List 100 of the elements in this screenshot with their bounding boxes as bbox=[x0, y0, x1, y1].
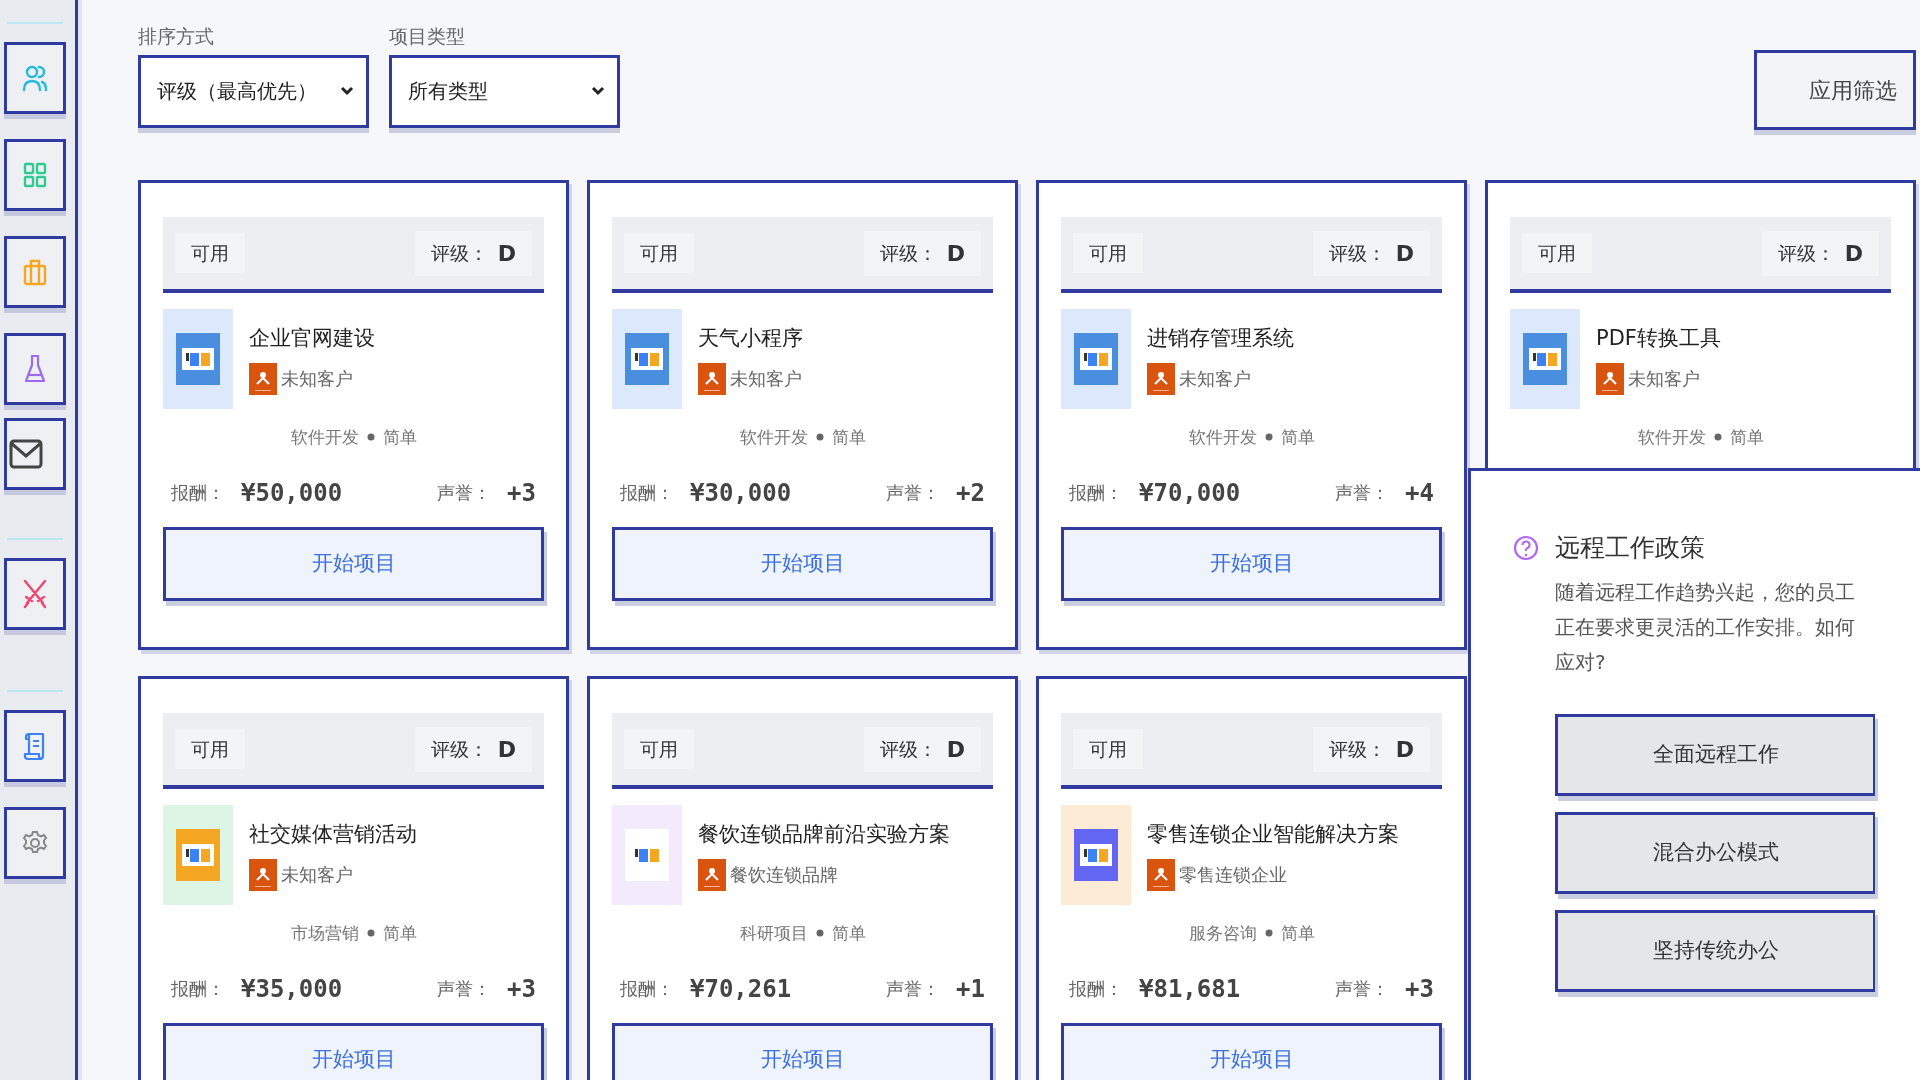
client-name: 未知客户 bbox=[1179, 367, 1251, 392]
reputation-label: 声誉： bbox=[1335, 481, 1390, 505]
project-title: 社交媒体营销活动 bbox=[249, 821, 417, 849]
person-icon bbox=[1596, 362, 1624, 395]
rating-label: 评级： bbox=[879, 240, 937, 266]
person-icon bbox=[1147, 858, 1175, 891]
dot-icon bbox=[1264, 432, 1273, 443]
difficulty-label: 简单 bbox=[1280, 922, 1315, 945]
person-icon bbox=[1147, 362, 1175, 395]
reward-label: 报酬： bbox=[1069, 977, 1123, 1001]
difficulty-label: 简单 bbox=[831, 426, 866, 449]
rating-label: 评级： bbox=[1328, 736, 1386, 762]
event-title: 远程工作政策 bbox=[1555, 532, 1705, 564]
reward-value: ¥35,000 bbox=[241, 973, 343, 1005]
reward-label: 报酬： bbox=[1069, 481, 1123, 505]
rating-value: D bbox=[1395, 239, 1414, 268]
briefcase-icon bbox=[23, 258, 47, 286]
status-label: 可用 bbox=[175, 232, 245, 274]
start-project-button[interactable]: 开始项目 bbox=[163, 1022, 544, 1080]
project-title: PDF转换工具 bbox=[1596, 325, 1721, 353]
rating-value: D bbox=[1844, 239, 1863, 268]
dot-icon bbox=[1264, 928, 1273, 939]
event-description: 随着远程工作趋势兴起，您的员工正在要求更灵活的工作安排。如何应对? bbox=[1555, 578, 1856, 676]
status-label: 可用 bbox=[1073, 728, 1143, 770]
project-category: 服务咨询 bbox=[1188, 922, 1257, 945]
project-category: 软件开发 bbox=[1637, 426, 1706, 449]
dot-icon bbox=[1713, 432, 1722, 443]
reputation-value: +3 bbox=[507, 477, 536, 509]
client-name: 未知客户 bbox=[1628, 367, 1700, 392]
reputation-label: 声誉： bbox=[437, 977, 492, 1001]
difficulty-label: 简单 bbox=[1280, 426, 1315, 449]
scroll-icon bbox=[23, 731, 47, 761]
person-icon bbox=[249, 858, 277, 891]
difficulty-label: 简单 bbox=[831, 922, 866, 945]
project-title: 餐饮连锁品牌前沿实验方案 bbox=[698, 821, 950, 849]
reward-value: ¥30,000 bbox=[690, 477, 792, 509]
rating-value: D bbox=[1395, 735, 1414, 764]
rating-value: D bbox=[946, 239, 965, 268]
reward-value: ¥81,681 bbox=[1139, 973, 1241, 1005]
reputation-label: 声誉： bbox=[886, 481, 941, 505]
rating-label: 评级： bbox=[879, 736, 937, 762]
status-label: 可用 bbox=[1522, 232, 1592, 274]
rating-label: 评级： bbox=[1328, 240, 1386, 266]
dot-icon bbox=[815, 928, 824, 939]
client-name: 未知客户 bbox=[281, 367, 353, 392]
swords-icon bbox=[22, 579, 48, 609]
difficulty-label: 简单 bbox=[382, 922, 417, 945]
rating-label: 评级： bbox=[430, 240, 488, 266]
rating-value: D bbox=[497, 239, 516, 268]
chevron-down-icon bbox=[340, 86, 354, 96]
project-category: 科研项目 bbox=[739, 922, 808, 945]
status-label: 可用 bbox=[175, 728, 245, 770]
dot-icon bbox=[366, 432, 375, 443]
person-icon bbox=[698, 362, 726, 395]
status-label: 可用 bbox=[624, 232, 694, 274]
start-project-button[interactable]: 开始项目 bbox=[1061, 1022, 1442, 1080]
reward-value: ¥70,000 bbox=[1139, 477, 1241, 509]
rating-label: 评级： bbox=[430, 736, 488, 762]
reward-label: 报酬： bbox=[171, 977, 225, 1001]
project-category: 软件开发 bbox=[739, 426, 808, 449]
rating-label: 评级： bbox=[1777, 240, 1835, 266]
start-project-button[interactable]: 开始项目 bbox=[612, 1022, 993, 1080]
project-title: 天气小程序 bbox=[698, 325, 803, 353]
reputation-label: 声誉： bbox=[437, 481, 492, 505]
grid-icon bbox=[23, 162, 47, 188]
reputation-value: +1 bbox=[956, 973, 985, 1005]
client-name: 餐饮连锁品牌 bbox=[730, 863, 838, 888]
person-icon bbox=[249, 362, 277, 395]
reward-value: ¥50,000 bbox=[241, 477, 343, 509]
dot-icon bbox=[815, 432, 824, 443]
dropdown-value: 所有类型 bbox=[408, 78, 488, 105]
mail-icon bbox=[9, 437, 43, 471]
project-category: 市场营销 bbox=[290, 922, 359, 945]
settings-icon bbox=[22, 830, 48, 856]
reputation-label: 声誉： bbox=[886, 977, 941, 1001]
client-name: 零售连锁企业 bbox=[1179, 863, 1287, 888]
client-name: 未知客户 bbox=[730, 367, 802, 392]
project-category: 软件开发 bbox=[290, 426, 359, 449]
client-name: 未知客户 bbox=[281, 863, 353, 888]
filter-label: 排序方式 bbox=[138, 24, 215, 49]
dot-icon bbox=[366, 928, 375, 939]
status-label: 可用 bbox=[624, 728, 694, 770]
rating-value: D bbox=[497, 735, 516, 764]
reward-label: 报酬： bbox=[620, 481, 674, 505]
project-category: 软件开发 bbox=[1188, 426, 1257, 449]
rating-value: D bbox=[946, 735, 965, 764]
flask-icon bbox=[24, 354, 46, 384]
reputation-value: +3 bbox=[507, 973, 536, 1005]
filter-label: 项目类型 bbox=[389, 24, 466, 49]
reward-label: 报酬： bbox=[620, 977, 674, 1001]
reward-label: 报酬： bbox=[171, 481, 225, 505]
users-icon bbox=[22, 63, 48, 93]
reputation-label: 声誉： bbox=[1335, 977, 1390, 1001]
difficulty-label: 简单 bbox=[382, 426, 417, 449]
reputation-value: +4 bbox=[1405, 477, 1434, 509]
reputation-value: +3 bbox=[1405, 973, 1434, 1005]
status-label: 可用 bbox=[1073, 232, 1143, 274]
project-title: 企业官网建设 bbox=[249, 325, 375, 353]
reward-value: ¥70,261 bbox=[690, 973, 792, 1005]
project-title: 零售连锁企业智能解决方案 bbox=[1147, 821, 1399, 849]
